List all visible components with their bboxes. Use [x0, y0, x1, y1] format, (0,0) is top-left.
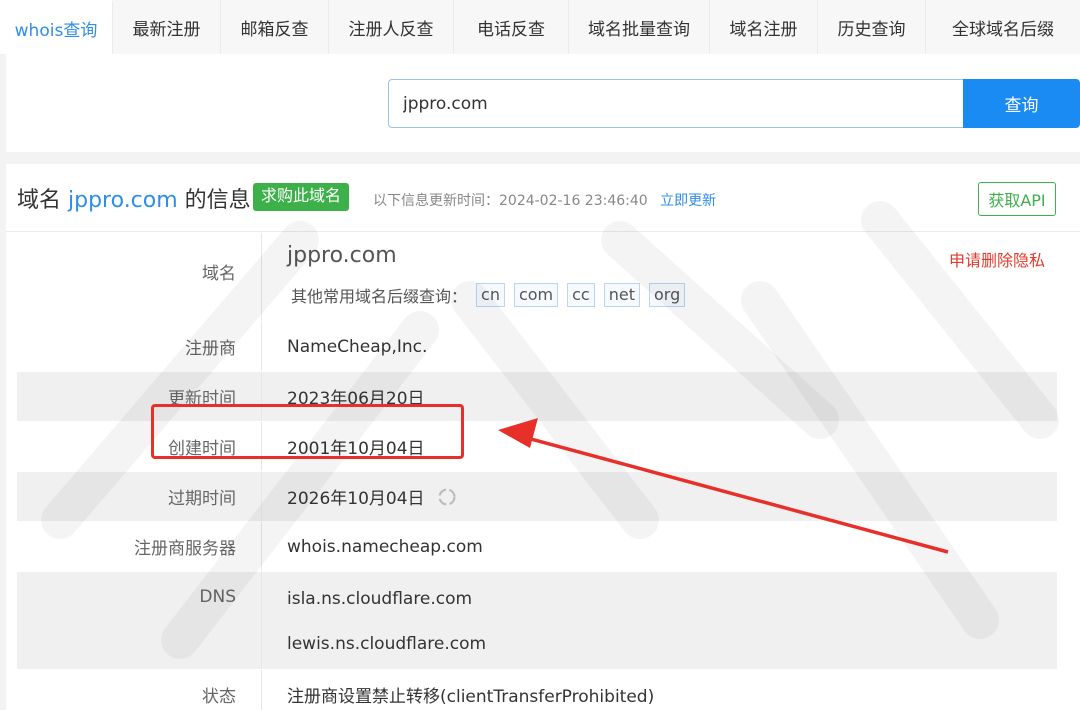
dns-server: isla.ns.cloudflare.com — [287, 588, 473, 609]
row-value: NameCheap,Inc. — [287, 336, 428, 357]
tab-registrant-reverse[interactable]: 注册人反查 — [329, 0, 454, 54]
update-time-info: 以下信息更新时间：2024-02-16 23:46:40 立即更新 — [373, 190, 716, 210]
row-value: 2026年10月04日 — [287, 489, 425, 509]
whois-info-card: 域名 jppro.com 的信息 求购此域名 以下信息更新时间：2024-02-… — [6, 164, 1080, 710]
tab-history-query[interactable]: 历史查询 — [818, 0, 926, 54]
row-label: 过期时间 — [17, 472, 262, 521]
top-nav-tabs: whois查询 最新注册 邮箱反查 注册人反查 电话反查 域名批量查询 域名注册… — [0, 0, 1080, 54]
update-time-text: 以下信息更新时间：2024-02-16 23:46:40 — [373, 193, 648, 209]
row-dns: DNS isla.ns.cloudflare.com lewis.ns.clou… — [17, 572, 1057, 670]
request-privacy-removal-link[interactable]: 申请删除隐私 — [949, 247, 1045, 271]
row-value: 注册商设置禁止转移(clientTransferProhibited) — [287, 687, 655, 707]
row-value-wrap: 2026年10月04日 — [287, 472, 457, 521]
row-label: 注册商服务器 — [17, 522, 262, 571]
search-button[interactable]: 查询 — [963, 79, 1080, 128]
suffix-chip-com[interactable]: com — [513, 283, 559, 307]
refresh-now-link[interactable]: 立即更新 — [660, 193, 716, 209]
row-created: 创建时间 2001年10月04日 — [17, 422, 1057, 472]
row-status: 状态 注册商设置禁止转移(clientTransferProhibited) — [17, 670, 1057, 710]
tab-whois[interactable]: whois查询 — [0, 0, 113, 54]
search-panel: 查询 — [6, 54, 1080, 152]
card-title: 域名 jppro.com 的信息 — [17, 182, 251, 214]
tab-phone-reverse[interactable]: 电话反查 — [454, 0, 569, 54]
suffix-chip-org[interactable]: org — [648, 283, 686, 307]
card-header: 域名 jppro.com 的信息 求购此域名 以下信息更新时间：2024-02-… — [6, 164, 1080, 232]
tab-domain-register[interactable]: 域名注册 — [710, 0, 818, 54]
row-label: 更新时间 — [17, 372, 262, 421]
dns-list: isla.ns.cloudflare.com lewis.ns.cloudfla… — [287, 572, 486, 670]
row-expires: 过期时间 2026年10月04日 — [17, 472, 1057, 522]
dns-server: lewis.ns.cloudflare.com — [287, 633, 487, 654]
buy-domain-button[interactable]: 求购此域名 — [253, 183, 350, 211]
row-value: 2001年10月04日 — [287, 439, 425, 459]
suffix-chip-cn[interactable]: cn — [476, 283, 505, 307]
row-label: 域名 — [17, 233, 262, 321]
row-updated: 更新时间 2023年06月20日 — [17, 372, 1057, 422]
row-label: 创建时间 — [17, 422, 262, 471]
suffix-chip-cc[interactable]: cc — [567, 283, 595, 307]
suffix-query-row: 其他常用域名后缀查询： cn com cc net org — [291, 283, 686, 307]
row-label: 状态 — [17, 670, 262, 710]
tab-email-reverse[interactable]: 邮箱反查 — [221, 0, 329, 54]
row-label: 注册商 — [17, 322, 262, 371]
get-api-button[interactable]: 获取API — [978, 182, 1056, 216]
tab-latest-registered[interactable]: 最新注册 — [113, 0, 221, 54]
refresh-spinner-icon — [437, 487, 456, 506]
tab-bulk-query[interactable]: 域名批量查询 — [569, 0, 710, 54]
row-registrar: 注册商 NameCheap,Inc. — [17, 322, 1057, 372]
suffix-chip-net[interactable]: net — [603, 283, 640, 307]
domain-search-input[interactable] — [388, 79, 964, 128]
row-domain: 域名 jppro.com 其他常用域名后缀查询： cn com cc net o… — [17, 233, 1057, 322]
whois-rows: 域名 jppro.com 其他常用域名后缀查询： cn com cc net o… — [17, 233, 1057, 710]
row-value: 2023年06月20日 — [287, 389, 425, 409]
tab-global-suffixes[interactable]: 全球域名后缀 — [926, 0, 1080, 54]
row-value: whois.namecheap.com — [287, 536, 483, 557]
domain-value: jppro.com — [287, 243, 397, 268]
title-domain: jppro.com — [68, 188, 178, 213]
title-prefix: 域名 — [17, 188, 62, 213]
title-suffix: 的信息 — [184, 188, 251, 213]
row-whois-server: 注册商服务器 whois.namecheap.com — [17, 522, 1057, 572]
row-label: DNS — [17, 572, 262, 669]
suffix-prompt: 其他常用域名后缀查询： — [291, 287, 468, 306]
